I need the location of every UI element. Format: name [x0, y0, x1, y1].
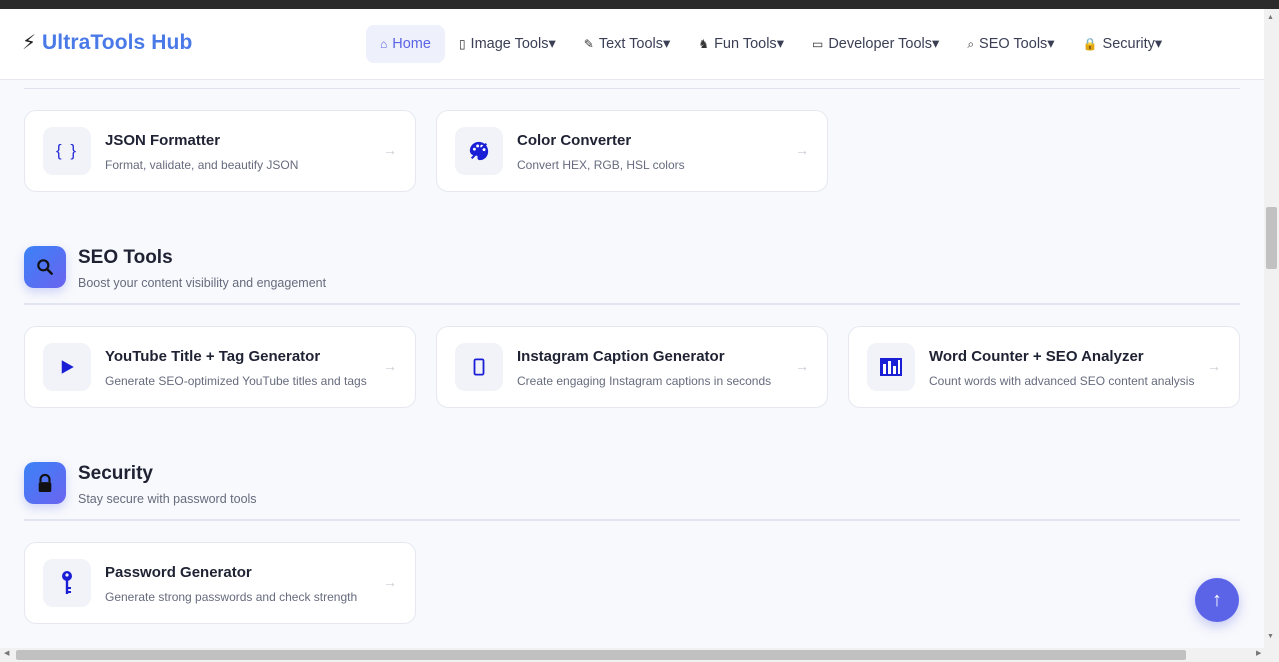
nav-label: Security — [1102, 36, 1155, 52]
text-icon: ✎ — [583, 37, 594, 51]
browser-top-strip — [0, 0, 1279, 9]
arrow-right-icon: → — [383, 142, 397, 158]
card-description: Generate SEO-optimized YouTube titles an… — [105, 374, 367, 388]
card-description: Format, validate, and beautify JSON — [105, 158, 299, 172]
phone-icon — [455, 343, 503, 391]
chevron-down-icon: ▾ — [548, 36, 556, 52]
tool-card-color-converter[interactable]: Color Converter Convert HEX, RGB, HSL co… — [436, 110, 828, 192]
scroll-right-arrow-icon[interactable]: ▶ — [1256, 649, 1261, 657]
nav-label: Home — [392, 36, 431, 52]
tool-card-youtube-title-generator[interactable]: YouTube Title + Tag Generator Generate S… — [24, 326, 416, 408]
section-subtitle: Boost your content visibility and engage… — [78, 276, 327, 290]
section-divider — [24, 88, 1240, 89]
chevron-down-icon: ▾ — [776, 36, 784, 52]
card-description: Convert HEX, RGB, HSL colors — [517, 158, 685, 172]
card-title: Color Converter — [517, 132, 632, 149]
search-icon: ⌕ — [967, 36, 975, 51]
laptop-icon: ▭ — [811, 37, 824, 51]
search-icon — [24, 246, 66, 288]
palette-icon — [455, 127, 503, 175]
card-description: Generate strong passwords and check stre… — [105, 590, 358, 604]
section-title: SEO Tools — [78, 247, 173, 268]
lightning-icon: ⚡ — [22, 32, 37, 54]
card-description: Count words with advanced SEO content an… — [929, 374, 1195, 388]
nav-security[interactable]: 🔒 Security ▾ — [1069, 25, 1177, 63]
arrow-right-icon: → — [383, 574, 397, 590]
nav-label: SEO Tools — [979, 36, 1048, 52]
nav-label: Fun Tools — [714, 36, 777, 52]
chevron-down-icon: ▾ — [663, 36, 671, 52]
scroll-left-arrow-icon[interactable]: ◀ — [4, 649, 9, 657]
vertical-scrollbar-thumb[interactable] — [1266, 207, 1277, 269]
scroll-up-arrow-icon[interactable]: ▲ — [1267, 14, 1274, 21]
gamepad-icon: ♞ — [698, 37, 710, 51]
card-title: YouTube Title + Tag Generator — [105, 348, 321, 365]
card-title: Word Counter + SEO Analyzer — [929, 348, 1144, 365]
tool-card-word-counter[interactable]: Word Counter + SEO Analyzer Count words … — [848, 326, 1240, 408]
bar-chart-icon — [867, 343, 915, 391]
arrow-right-icon: → — [795, 358, 809, 374]
brand-logo[interactable]: ⚡ UltraTools Hub — [22, 31, 192, 55]
braces-glyph: { } — [55, 141, 79, 160]
tool-card-password-generator[interactable]: Password Generator Generate strong passw… — [24, 542, 416, 624]
nav-label: Developer Tools — [828, 36, 933, 52]
card-title: JSON Formatter — [105, 132, 221, 149]
play-icon — [43, 343, 91, 391]
nav-label: Image Tools — [470, 36, 549, 52]
horizontal-scrollbar-thumb[interactable] — [16, 650, 1186, 660]
chevron-down-icon: ▾ — [1047, 36, 1055, 52]
lock-icon: 🔒 — [1082, 37, 1098, 51]
scroll-down-arrow-icon[interactable]: ▼ — [1267, 633, 1274, 640]
image-icon: ▯ — [458, 37, 466, 51]
section-divider — [24, 519, 1240, 521]
braces-icon: { } — [43, 127, 91, 175]
vertical-scrollbar[interactable] — [1264, 9, 1279, 648]
nav-developer-tools[interactable]: ▭ Developer Tools ▾ — [798, 25, 953, 63]
navbar: ⚡ UltraTools Hub ⌂ Home ▯ Image Tools ▾ … — [0, 9, 1264, 80]
tool-card-instagram-caption-generator[interactable]: Instagram Caption Generator Create engag… — [436, 326, 828, 408]
arrow-right-icon: → — [795, 142, 809, 158]
main-nav: ⌂ Home ▯ Image Tools ▾ ✎ Text Tools ▾ ♞ … — [366, 25, 1176, 63]
nav-home[interactable]: ⌂ Home — [366, 25, 445, 63]
card-title: Password Generator — [105, 564, 252, 581]
chevron-down-icon: ▾ — [932, 36, 940, 52]
section-divider — [24, 303, 1240, 305]
nav-label: Text Tools — [598, 36, 664, 52]
nav-fun-tools[interactable]: ♞ Fun Tools ▾ — [684, 25, 798, 63]
card-description: Create engaging Instagram captions in se… — [517, 374, 772, 388]
tool-card-json-formatter[interactable]: { } JSON Formatter Format, validate, and… — [24, 110, 416, 192]
brand-title: UltraTools Hub — [42, 31, 193, 54]
chevron-down-icon: ▾ — [1154, 36, 1163, 52]
nav-text-tools[interactable]: ✎ Text Tools ▾ — [570, 25, 685, 63]
nav-image-tools[interactable]: ▯ Image Tools ▾ — [445, 25, 570, 63]
nav-seo-tools[interactable]: ⌕ SEO Tools ▾ — [953, 25, 1068, 63]
key-icon — [43, 559, 91, 607]
home-icon: ⌂ — [380, 37, 388, 51]
card-title: Instagram Caption Generator — [517, 348, 725, 365]
back-to-top-button[interactable]: ↑ — [1195, 578, 1239, 622]
section-title: Security — [78, 463, 153, 484]
section-subtitle: Stay secure with password tools — [78, 492, 257, 506]
lock-icon — [24, 462, 66, 504]
arrow-right-icon: → — [1207, 358, 1221, 374]
arrow-right-icon: → — [383, 358, 397, 374]
